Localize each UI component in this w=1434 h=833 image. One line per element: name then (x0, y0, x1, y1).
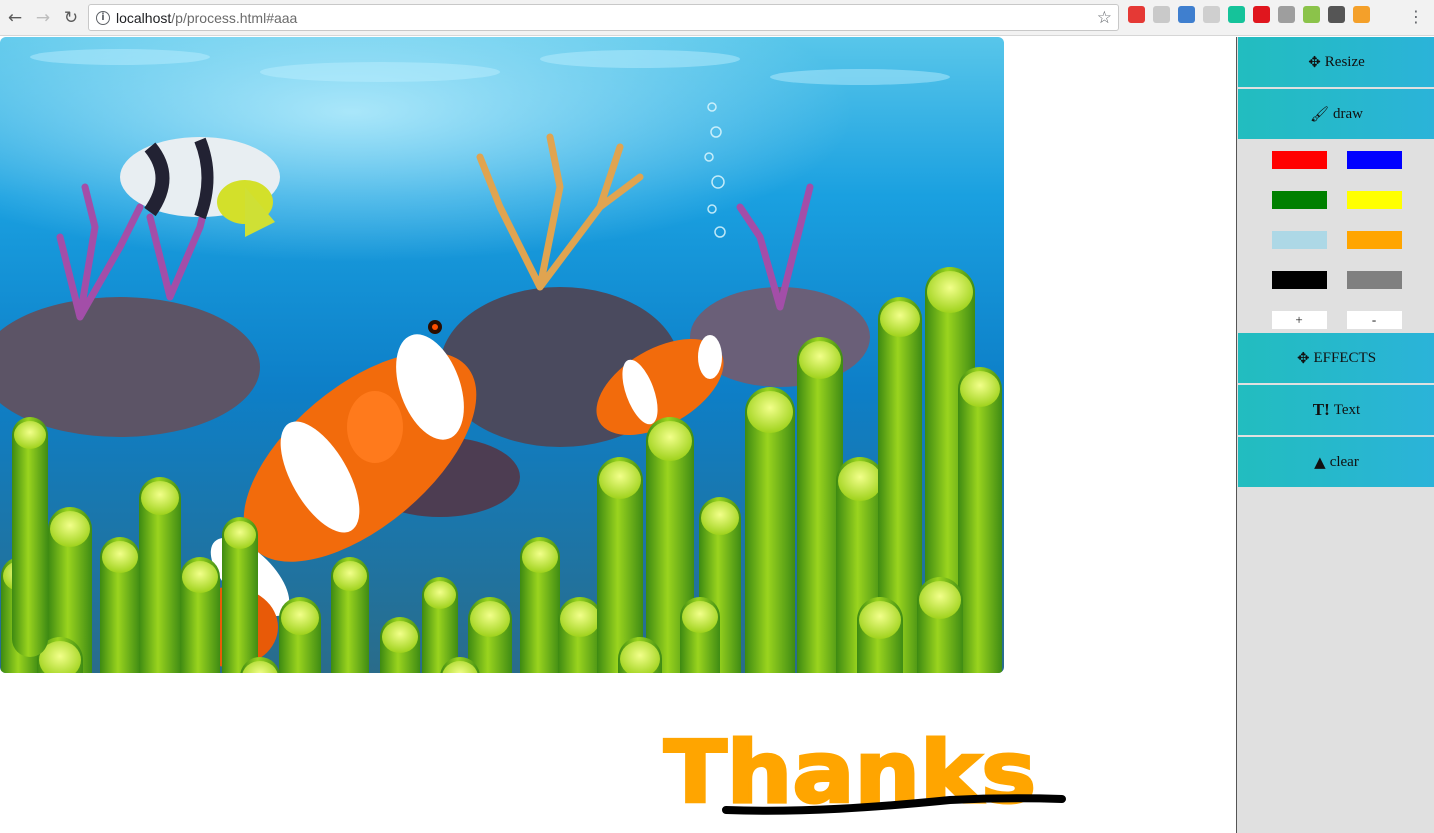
effects-label: EFFECTS (1313, 349, 1377, 366)
bookmark-star-icon[interactable]: ☆ (1097, 8, 1112, 28)
reload-icon[interactable]: ↻ (60, 7, 82, 29)
clear-label: clear (1329, 453, 1359, 470)
color-swatch[interactable] (1271, 231, 1327, 249)
globe-ext-icon[interactable] (1178, 6, 1195, 23)
color-swatch[interactable] (1346, 191, 1402, 209)
orange-ext-icon[interactable] (1353, 6, 1370, 23)
resize-button[interactable]: ✥ Resize (1238, 37, 1434, 87)
url-text[interactable]: localhost/p/process.html#aaa (116, 10, 297, 26)
chrome-ext-icon[interactable] (1128, 6, 1145, 23)
move-arrows-icon: ✥ (1296, 349, 1310, 367)
browser-toolbar: ← → ↻ i localhost/p/process.html#aaa ☆ ⋮ (0, 0, 1434, 36)
puzzle-ext-icon[interactable] (1153, 6, 1170, 23)
text-label: Text (1333, 401, 1361, 418)
forward-arrow-icon[interactable]: → (32, 7, 54, 29)
color-swatch[interactable] (1346, 271, 1402, 289)
address-bar[interactable]: i localhost/p/process.html#aaa ☆ (88, 4, 1119, 31)
color-swatch[interactable] (1346, 151, 1402, 169)
react-ext-icon[interactable] (1278, 6, 1295, 23)
brush-size-increase-button[interactable]: + (1271, 311, 1327, 329)
browser-menu-icon[interactable]: ⋮ (1408, 8, 1424, 26)
area-chart-icon: ▲ (1314, 453, 1326, 471)
brush-icon: 🖌 (1309, 105, 1330, 123)
tool-sidebar: ✥ Resize 🖌 draw + - ✥ EFFECTS T! Text ▲ … (1236, 37, 1434, 833)
canvas-area[interactable]: Thanks (0, 37, 1236, 833)
brush-size-decrease-button[interactable]: - (1346, 311, 1402, 329)
grammarly-ext-icon[interactable] (1228, 6, 1245, 23)
draw-button[interactable]: 🖌 draw (1238, 89, 1434, 139)
color-swatch[interactable] (1271, 191, 1327, 209)
color-swatch[interactable] (1346, 231, 1402, 249)
effects-button[interactable]: ✥ EFFECTS (1238, 333, 1434, 383)
color-swatch[interactable] (1271, 271, 1327, 289)
extensions-bar (1128, 6, 1370, 23)
info-icon[interactable]: i (96, 10, 110, 25)
text-icon: T! (1312, 400, 1330, 419)
shield-ext-icon[interactable] (1203, 6, 1220, 23)
opera-ext-icon[interactable] (1253, 6, 1270, 23)
clear-button[interactable]: ▲ clear (1238, 437, 1434, 487)
resize-label: Resize (1324, 53, 1365, 70)
url-host: localhost (116, 9, 172, 26)
color-swatch[interactable] (1271, 151, 1327, 169)
text-button[interactable]: T! Text (1238, 385, 1434, 435)
url-path: /p/process.html#aaa (171, 9, 298, 26)
draw-label: draw (1333, 105, 1364, 122)
film-ext-icon[interactable] (1328, 6, 1345, 23)
color-palette: + - (1238, 141, 1434, 331)
js-ext-icon[interactable] (1303, 6, 1320, 23)
drawing-layer: Thanks (663, 722, 1066, 825)
move-arrows-icon: ✥ (1308, 53, 1321, 71)
back-arrow-icon[interactable]: ← (4, 7, 26, 29)
